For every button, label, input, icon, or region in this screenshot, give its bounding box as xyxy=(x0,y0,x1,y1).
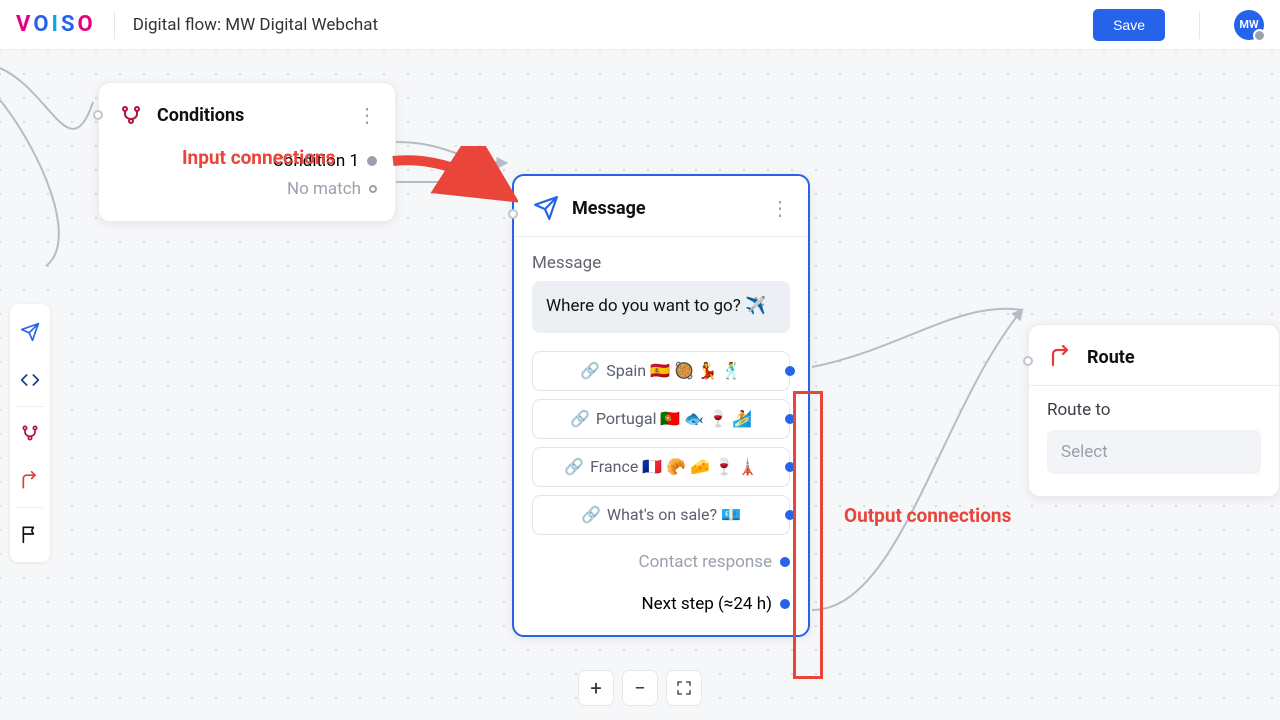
link-icon: 🔗 xyxy=(580,361,600,380)
output-row: Next step (≈24 h) xyxy=(532,587,790,621)
card-header: Route xyxy=(1029,325,1279,386)
fit-screen-button[interactable] xyxy=(666,670,702,706)
card-title: Route xyxy=(1087,347,1135,368)
node-conditions[interactable]: Conditions ⋮ Condition 1 No match xyxy=(98,82,396,222)
output-port[interactable] xyxy=(780,599,790,609)
flow-canvas[interactable]: Conditions ⋮ Condition 1 No match Messag… xyxy=(0,50,1280,720)
select-placeholder: Select xyxy=(1061,442,1108,462)
tool-conditions[interactable] xyxy=(10,409,50,457)
annotation-output-connections: Output connections xyxy=(844,504,1011,529)
code-icon xyxy=(20,370,40,390)
field-label: Message xyxy=(532,253,790,273)
output-port[interactable] xyxy=(785,366,795,376)
brand-logo: V O I S O xyxy=(16,12,96,37)
node-message[interactable]: Message ⋮ Message Where do you want to g… xyxy=(512,174,810,637)
field-label: Route to xyxy=(1047,400,1261,420)
save-button[interactable]: Save xyxy=(1093,9,1165,41)
tool-route[interactable] xyxy=(10,457,50,505)
zoom-in-button[interactable]: + xyxy=(578,670,614,706)
card-menu-button[interactable]: ⋮ xyxy=(770,198,790,218)
option-label: France 🇫🇷 🥐 🧀 🍷 🗼 xyxy=(590,457,758,476)
branch-icon xyxy=(20,423,40,443)
node-toolbar xyxy=(10,304,50,562)
card-header: Message ⋮ xyxy=(514,176,808,237)
top-bar: V O I S O Digital flow: MW Digital Webch… xyxy=(0,0,1280,50)
flag-icon xyxy=(20,524,40,544)
link-icon: 🔗 xyxy=(564,457,584,476)
option-label: What's on sale? 💶 xyxy=(607,505,741,524)
card-header: Conditions ⋮ xyxy=(99,83,395,143)
divider xyxy=(16,406,44,407)
avatar[interactable]: MW xyxy=(1234,10,1264,40)
condition-row[interactable]: No match xyxy=(99,175,395,203)
condition-label: No match xyxy=(287,179,361,199)
zoom-controls: + − xyxy=(578,670,702,706)
option-label: Spain 🇪🇸 🥘 💃 🕺 xyxy=(606,361,741,380)
output-port[interactable] xyxy=(785,414,795,424)
output-row: Contact response xyxy=(532,545,790,579)
tool-flag[interactable] xyxy=(10,510,50,558)
logo-letter: I xyxy=(52,12,61,37)
output-label: Next step (≈24 h) xyxy=(642,594,772,614)
route-select[interactable]: Select xyxy=(1047,430,1261,474)
quick-reply-option[interactable]: 🔗 What's on sale? 💶 xyxy=(532,495,790,535)
quick-reply-option[interactable]: 🔗 Spain 🇪🇸 🥘 💃 🕺 xyxy=(532,351,790,391)
paper-plane-icon xyxy=(20,322,40,342)
annotation-arrow xyxy=(388,146,518,206)
input-port[interactable] xyxy=(508,209,518,219)
route-icon xyxy=(20,471,40,491)
link-icon: 🔗 xyxy=(570,409,590,428)
page-title: Digital flow: MW Digital Webchat xyxy=(133,15,378,35)
input-port[interactable] xyxy=(1023,356,1033,366)
divider xyxy=(1199,11,1200,39)
output-label: Contact response xyxy=(639,552,772,572)
tool-code[interactable] xyxy=(10,356,50,404)
zoom-out-button[interactable]: − xyxy=(622,670,658,706)
logo-letter: O xyxy=(33,12,51,37)
paper-plane-icon xyxy=(532,194,560,222)
tool-message[interactable] xyxy=(10,308,50,356)
output-port[interactable] xyxy=(367,156,377,166)
condition-row[interactable]: Condition 1 xyxy=(99,147,395,175)
logo-letter: O xyxy=(78,12,96,37)
divider xyxy=(16,507,44,508)
logo-letter: V xyxy=(16,12,33,37)
branch-icon xyxy=(117,101,145,129)
condition-label: Condition 1 xyxy=(273,151,359,171)
output-port[interactable] xyxy=(785,462,795,472)
card-menu-button[interactable]: ⋮ xyxy=(357,105,377,125)
quick-reply-option[interactable]: 🔗 France 🇫🇷 🥐 🧀 🍷 🗼 xyxy=(532,447,790,487)
node-route[interactable]: Route Route to Select xyxy=(1028,324,1280,497)
output-port[interactable] xyxy=(780,557,790,567)
message-bubble: Where do you want to go? ✈️ xyxy=(532,281,790,333)
logo-letter: S xyxy=(61,12,78,37)
input-port[interactable] xyxy=(93,110,103,120)
output-port[interactable] xyxy=(785,510,795,520)
option-label: Portugal 🇵🇹 🐟 🍷 🏄 xyxy=(596,409,752,428)
route-icon xyxy=(1047,343,1075,371)
link-icon: 🔗 xyxy=(581,505,601,524)
card-title: Message xyxy=(572,198,646,219)
divider xyxy=(114,11,115,39)
output-port[interactable] xyxy=(369,185,377,193)
card-title: Conditions xyxy=(157,105,244,126)
fullscreen-icon xyxy=(676,680,692,696)
quick-reply-option[interactable]: 🔗 Portugal 🇵🇹 🐟 🍷 🏄 xyxy=(532,399,790,439)
